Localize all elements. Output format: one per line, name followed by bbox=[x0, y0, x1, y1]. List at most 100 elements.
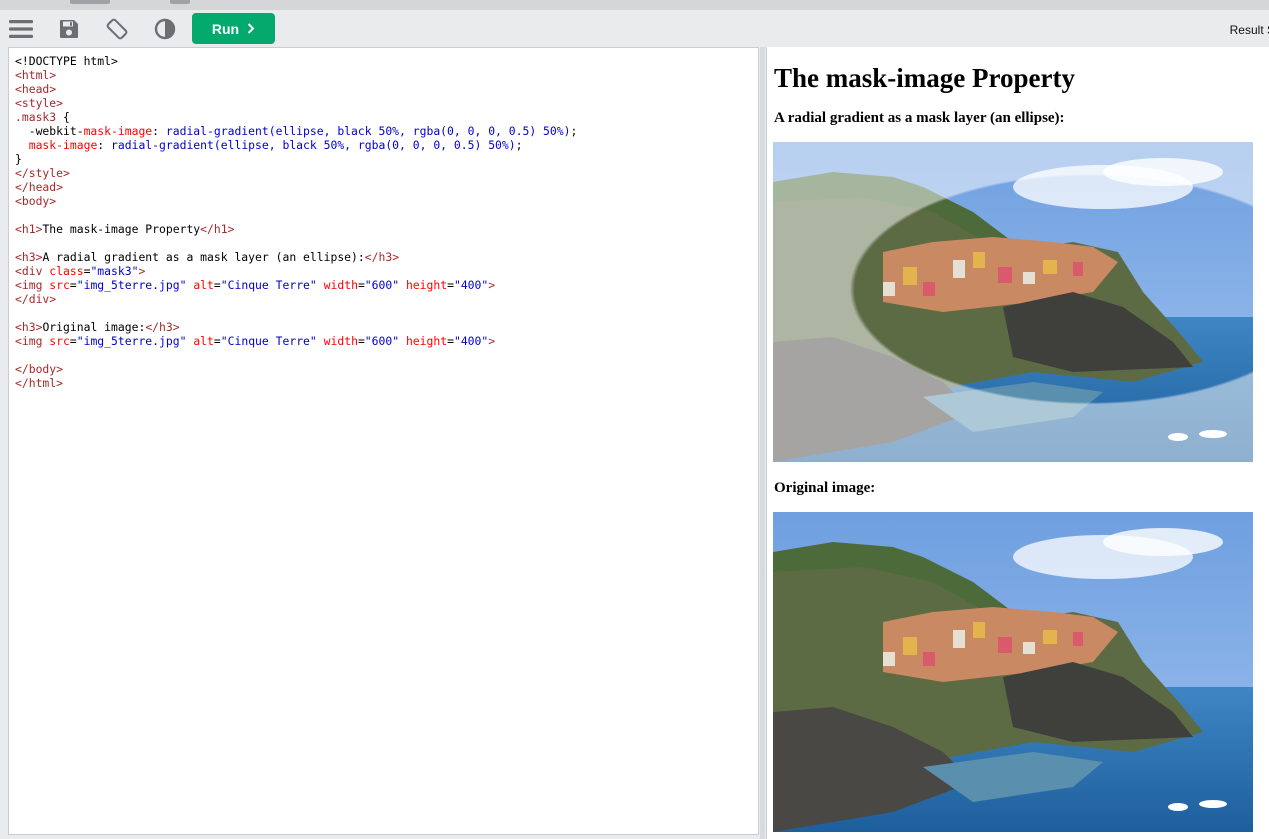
menu-icon[interactable] bbox=[8, 16, 34, 42]
code-token: <h3> bbox=[15, 250, 43, 264]
code-token: = bbox=[213, 278, 221, 292]
code-line: } bbox=[15, 152, 577, 166]
code-token: "Cinque Terre" bbox=[220, 334, 317, 348]
code-token: height bbox=[405, 334, 448, 348]
code-token: > bbox=[138, 264, 146, 278]
code-line: mask-image: radial-gradient(ellipse, bla… bbox=[15, 138, 577, 152]
code-line: <style> bbox=[15, 96, 577, 110]
run-button-label: Run bbox=[211, 20, 240, 37]
code-line: <h3>Original image:</h3> bbox=[15, 320, 577, 334]
code-line: <img src="img_5terre.jpg" alt="Cinque Te… bbox=[15, 278, 577, 292]
code-token: "mask3" bbox=[90, 264, 139, 278]
code-token: : bbox=[97, 138, 112, 152]
code-editor[interactable]: <!DOCTYPE html> <html> <head> <style> .mask3… bbox=[8, 47, 759, 835]
code-token: </div> bbox=[15, 292, 57, 306]
code-text[interactable]: <!DOCTYPE html> <html> <head> <style> .mask3… bbox=[15, 54, 577, 390]
code-line: -webkit-mask-image: radial-gradient(elli… bbox=[15, 124, 578, 138]
result-pane: The mask-image Property A radial gradien… bbox=[766, 47, 1269, 839]
code-token: > bbox=[488, 278, 496, 292]
code-token: <div bbox=[15, 264, 50, 278]
pane-resize-handle[interactable] bbox=[760, 47, 765, 839]
code-token: src bbox=[49, 334, 70, 348]
code-token: alt bbox=[193, 334, 214, 348]
browser-tab-strip bbox=[0, 0, 1269, 10]
code-token: class bbox=[49, 264, 84, 278]
code-token: </h3> bbox=[145, 320, 180, 334]
code-token: "400" bbox=[453, 334, 489, 348]
code-line: <img src="img_5terre.jpg" alt="Cinque Te… bbox=[15, 334, 577, 348]
code-token: = bbox=[357, 334, 365, 348]
code-token: alt bbox=[193, 278, 214, 292]
code-token: width bbox=[323, 334, 358, 348]
code-token: -webkit- bbox=[15, 124, 84, 138]
code-token: mask-image bbox=[83, 124, 153, 138]
code-token: <img bbox=[15, 278, 50, 292]
code-token: The mask-image Property bbox=[42, 222, 201, 236]
code-token: <h3> bbox=[15, 320, 43, 334]
code-line: </html> bbox=[15, 376, 577, 390]
masked-image-heading: A radial gradient as a mask layer (an el… bbox=[774, 110, 1065, 126]
code-token: </style> bbox=[15, 166, 70, 180]
code-token: radial-gradient(ellipse, black 50%, rgba… bbox=[165, 124, 571, 138]
code-line: </head> bbox=[15, 180, 577, 194]
masked-image bbox=[773, 142, 1253, 462]
code-token: = bbox=[447, 278, 454, 292]
code-token: = bbox=[69, 334, 77, 348]
code-token: width bbox=[323, 278, 358, 292]
code-token: radial-gradient(ellipse, black 50%, rgba… bbox=[111, 138, 516, 152]
code-line: .mask3 { bbox=[15, 110, 577, 124]
code-token: </h1> bbox=[200, 222, 235, 236]
mask-overlay bbox=[773, 142, 1253, 462]
run-button[interactable]: Run bbox=[192, 13, 275, 44]
code-token: </body> bbox=[15, 362, 64, 376]
save-icon[interactable] bbox=[56, 16, 82, 42]
result-heading: The mask-image Property bbox=[774, 63, 1075, 93]
code-token: "Cinque Terre" bbox=[220, 278, 317, 292]
code-token: > bbox=[488, 334, 496, 348]
code-token: <h1> bbox=[15, 222, 43, 236]
code-token: Original image: bbox=[42, 320, 146, 334]
code-token: <html> bbox=[15, 68, 57, 82]
code-token: <style> bbox=[15, 96, 64, 110]
code-token: "400" bbox=[453, 278, 489, 292]
code-token: "600" bbox=[364, 278, 400, 292]
code-line: </div> bbox=[15, 292, 577, 306]
code-token: <head> bbox=[15, 82, 57, 96]
code-token: height bbox=[405, 278, 448, 292]
code-line: <body> bbox=[15, 194, 577, 208]
original-image-heading: Original image: bbox=[774, 480, 876, 496]
code-token: <body> bbox=[15, 194, 57, 208]
cinque-terre-image bbox=[773, 512, 1253, 832]
code-token: A radial gradient as a mask layer (an el… bbox=[42, 250, 365, 264]
code-token: { bbox=[56, 110, 70, 124]
code-token: ; bbox=[515, 138, 523, 152]
tab-fragment bbox=[170, 0, 190, 4]
code-token: "img_5terre.jpg" bbox=[76, 334, 187, 348]
code-token: .mask3 bbox=[15, 110, 57, 124]
code-token: "600" bbox=[364, 334, 400, 348]
rotate-icon[interactable] bbox=[104, 16, 130, 42]
code-token: "img_5terre.jpg" bbox=[76, 278, 187, 292]
code-token: <!DOCTYPE html> bbox=[15, 54, 118, 68]
code-token: src bbox=[49, 278, 70, 292]
code-line: <h3>A radial gradient as a mask layer (a… bbox=[15, 250, 577, 264]
code-line: <div class="mask3"> bbox=[15, 264, 577, 278]
original-image bbox=[773, 512, 1253, 832]
code-token: <img bbox=[15, 334, 50, 348]
code-token: = bbox=[447, 334, 454, 348]
code-token: = bbox=[213, 334, 221, 348]
code-token: </html> bbox=[15, 376, 64, 390]
code-line: <!DOCTYPE html> bbox=[15, 54, 577, 68]
contrast-icon[interactable] bbox=[152, 16, 178, 42]
code-token: ; bbox=[570, 124, 578, 138]
code-token: </h3> bbox=[364, 250, 400, 264]
